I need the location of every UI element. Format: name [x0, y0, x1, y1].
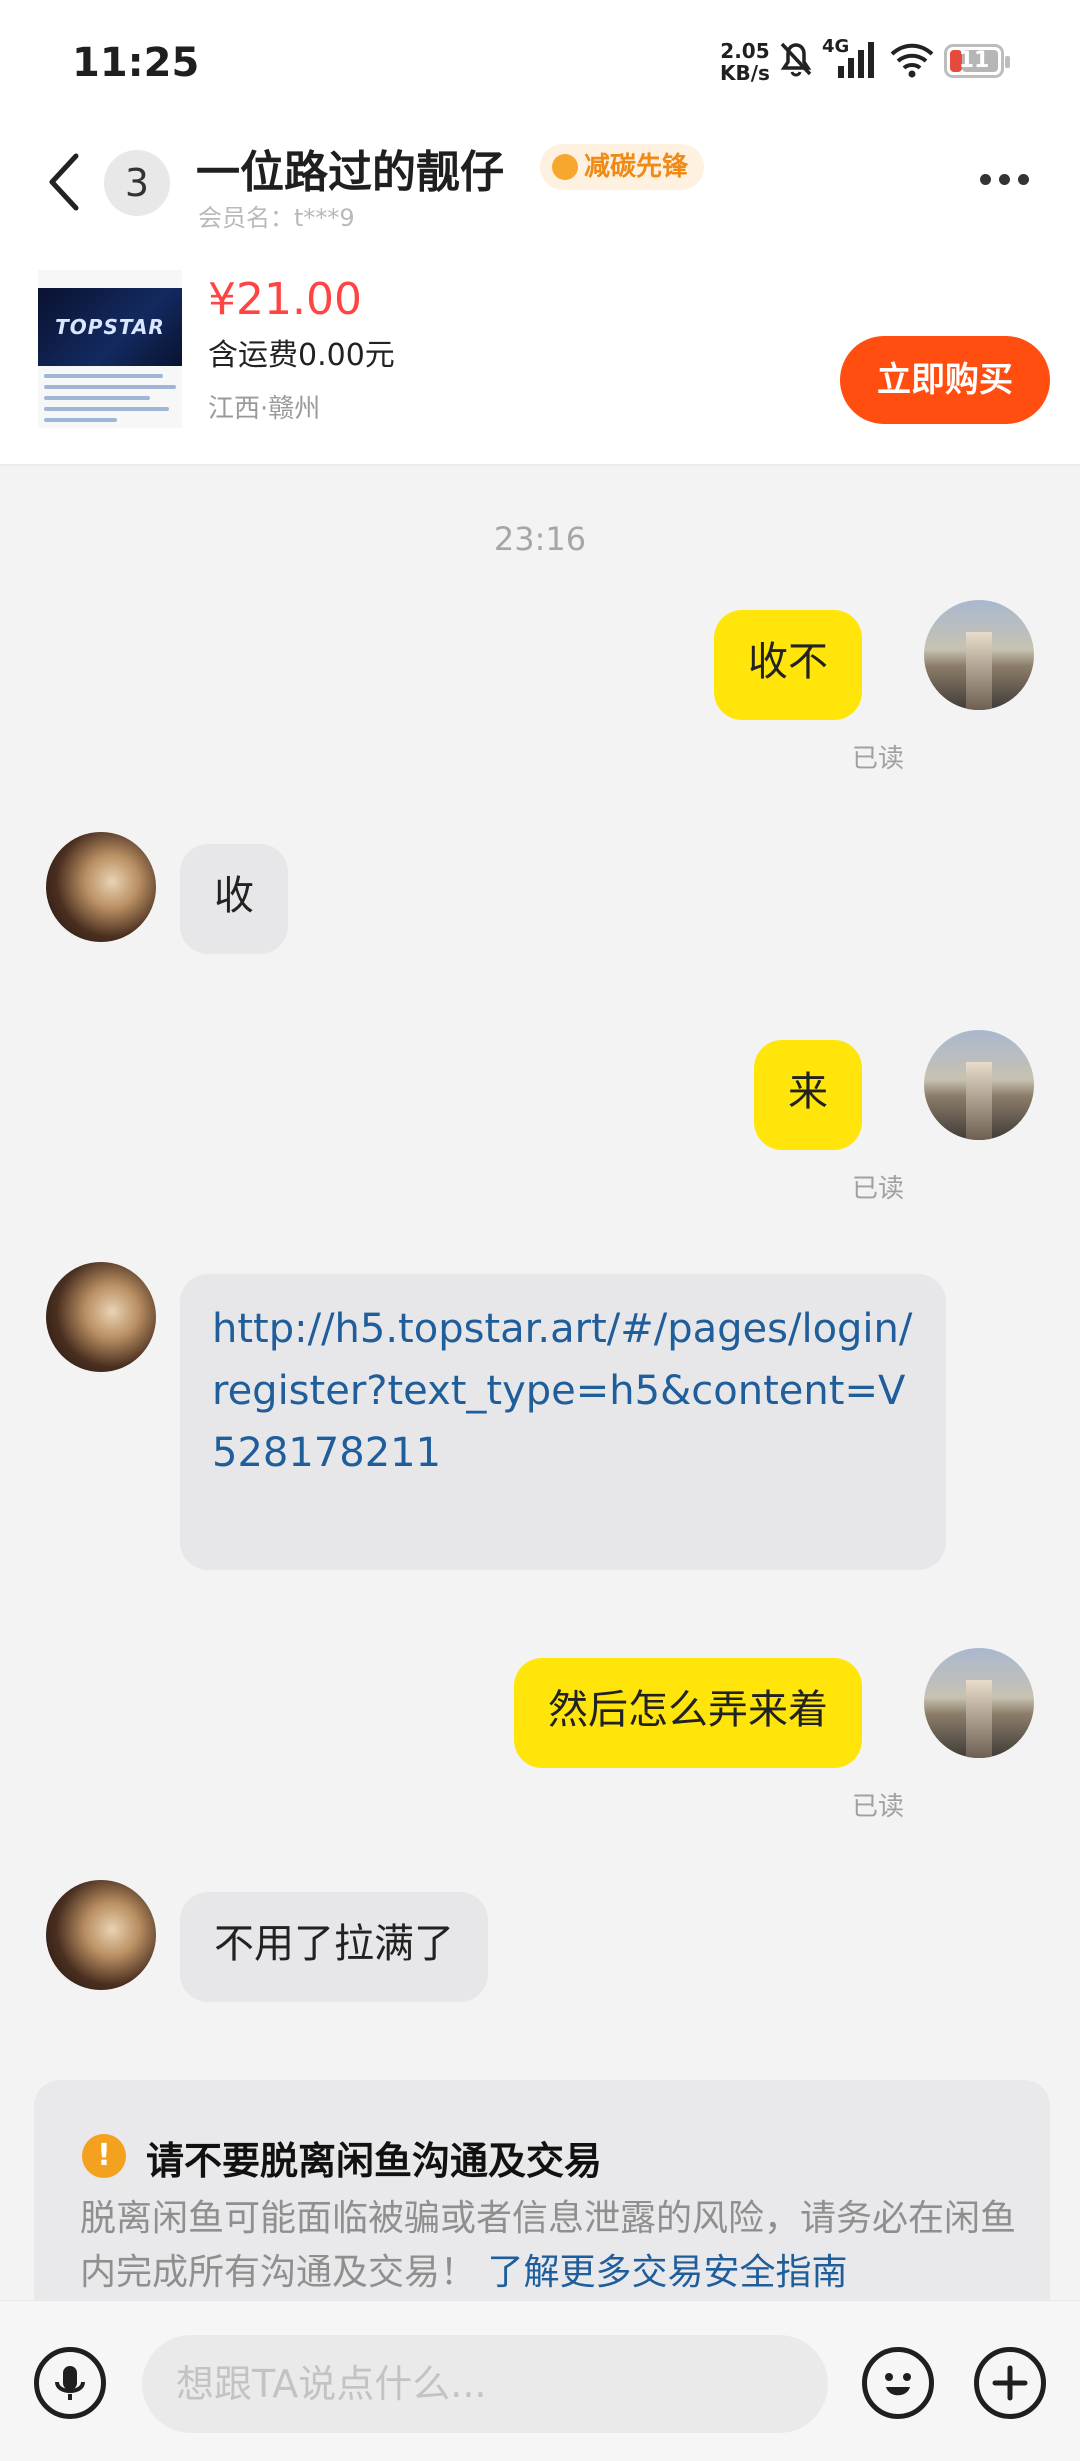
message-input-bar: [0, 2300, 1080, 2461]
message-link-bubble[interactable]: http://h5.topstar.art/#/pages/login/regi…: [180, 1274, 946, 1570]
chat-timestamp: 23:16: [493, 520, 587, 558]
leaf-icon: [552, 154, 578, 180]
status-bar: 11:25 2.05 KB/s 4G 11: [0, 0, 1080, 120]
net-speed-unit: KB/s: [720, 61, 770, 85]
battery-icon: 11: [944, 44, 1010, 78]
low-carbon-badge[interactable]: 减碳先锋: [540, 144, 705, 190]
unread-count-badge[interactable]: 3: [104, 150, 170, 216]
message-input-container[interactable]: [142, 2335, 828, 2433]
warning-icon: !: [82, 2134, 126, 2178]
product-price: ¥21.00: [208, 274, 362, 325]
contact-avatar[interactable]: [46, 1262, 156, 1372]
self-avatar[interactable]: [924, 600, 1034, 710]
microphone-icon: [55, 2366, 85, 2400]
emoji-button[interactable]: [862, 2347, 934, 2419]
message-bubble-self[interactable]: 来: [754, 1040, 862, 1150]
read-status: 已读: [851, 1174, 904, 1204]
message-bubble-contact[interactable]: 收: [180, 844, 288, 954]
safety-guide-link[interactable]: 了解更多交易安全指南: [487, 2252, 847, 2293]
more-options-icon[interactable]: [980, 170, 1040, 186]
read-status: 已读: [851, 744, 904, 774]
top-panel: 11:25 2.05 KB/s 4G 11 3 一位路过的靓仔 减碳先锋 会员名…: [0, 0, 1080, 466]
self-avatar[interactable]: [924, 1030, 1034, 1140]
member-name: 会员名：t***9: [198, 204, 355, 232]
message-input[interactable]: [142, 2335, 796, 2433]
emoji-icon: [885, 2373, 911, 2396]
product-thumbnail-logo: TOPSTAR: [38, 288, 182, 366]
net-speed-value: 2.05: [720, 39, 770, 63]
product-thumbnail[interactable]: TOPSTAR: [38, 270, 182, 428]
voice-input-button[interactable]: [34, 2347, 106, 2419]
self-avatar[interactable]: [924, 1648, 1034, 1758]
buy-now-button[interactable]: 立即购买: [840, 336, 1050, 424]
contact-name[interactable]: 一位路过的靓仔: [196, 136, 504, 200]
message-bubble-self[interactable]: 然后怎么弄来着: [514, 1658, 862, 1768]
shipping-fee: 含运费0.00元: [208, 338, 395, 373]
warning-body: 脱离闲鱼可能面临被骗或者信息泄露的风险，请务必在闲鱼内完成所有沟通及交易！ 了解…: [80, 2192, 1020, 2300]
status-time: 11:25: [72, 40, 200, 86]
plus-icon: [992, 2365, 1028, 2401]
mute-bell-icon: [780, 42, 812, 77]
back-icon[interactable]: [44, 150, 84, 214]
contact-avatar[interactable]: [46, 832, 156, 942]
low-carbon-label: 减碳先锋: [584, 152, 689, 182]
more-actions-button[interactable]: [974, 2347, 1046, 2419]
safety-warning-card: ! 请不要脱离闲鱼沟通及交易 脱离闲鱼可能面临被骗或者信息泄露的风险，请务必在闲…: [34, 2080, 1050, 2300]
contact-avatar[interactable]: [46, 1880, 156, 1990]
read-status: 已读: [851, 1792, 904, 1822]
product-location: 江西·赣州: [208, 394, 321, 424]
message-bubble-contact[interactable]: 不用了拉满了: [180, 1892, 488, 2002]
signal-icon: [838, 42, 874, 78]
battery-level: 11: [958, 48, 990, 73]
message-bubble-self[interactable]: 收不: [714, 610, 862, 720]
warning-title: 请不要脱离闲鱼沟通及交易: [146, 2139, 603, 2183]
wifi-icon: [890, 43, 934, 78]
net-speed: 2.05 KB/s: [720, 40, 770, 84]
